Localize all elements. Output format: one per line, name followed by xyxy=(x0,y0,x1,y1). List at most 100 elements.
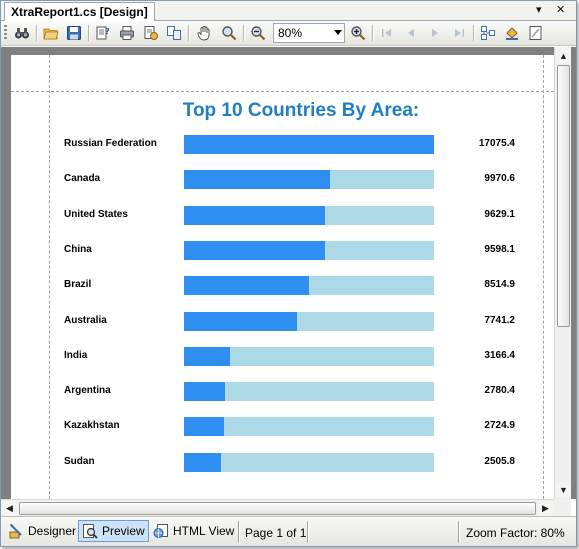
area-value: 9598.1 xyxy=(484,244,515,255)
report-page: Top 10 Countries By Area: Russian Federa… xyxy=(11,55,554,499)
area-bar-fill xyxy=(184,382,225,401)
tab-designer[interactable]: Designer xyxy=(5,520,79,542)
area-bar-fill xyxy=(184,312,297,331)
country-name: Australia xyxy=(64,315,107,326)
tab-preview[interactable]: Preview xyxy=(78,520,149,542)
area-bar-track xyxy=(184,417,434,436)
country-row: Canada 9970.6 xyxy=(11,170,554,190)
designer-icon xyxy=(9,524,22,539)
area-bar-fill xyxy=(184,206,325,225)
area-bar-track xyxy=(184,241,434,260)
preview-icon xyxy=(83,524,98,539)
top-margin-line xyxy=(11,91,554,92)
page-setup-icon[interactable]: ? xyxy=(93,24,113,42)
area-bar-track xyxy=(184,453,434,472)
area-bar-track xyxy=(184,135,434,154)
country-name: Kazakhstan xyxy=(64,420,120,431)
view-switch-bar: Designer Preview HTML View Page 1 of 1 Z… xyxy=(1,516,576,546)
svg-text:?: ? xyxy=(105,27,110,36)
area-value: 8514.9 xyxy=(484,279,515,290)
country-name: Argentina xyxy=(64,385,111,396)
scroll-right-icon[interactable]: ▶ xyxy=(538,501,553,516)
preview-toolbar: ? 80% xyxy=(1,21,576,46)
area-value: 7741.2 xyxy=(484,315,515,326)
tab-html-view[interactable]: HTML View xyxy=(150,520,237,542)
vertical-scrollbar[interactable]: ▲ ▼ xyxy=(554,47,571,499)
area-value: 3166.4 xyxy=(484,350,515,361)
country-row: Kazakhstan 2724.9 xyxy=(11,417,554,437)
area-bar-fill xyxy=(184,241,325,260)
open-icon[interactable] xyxy=(41,24,61,42)
report-designer-window: XtraReport1.cs [Design] ▾ ✕ ? 80% Top 10… xyxy=(0,0,577,547)
zoom-combo-value: 80% xyxy=(278,26,303,40)
last-page-icon[interactable] xyxy=(449,24,469,42)
zoom-out-icon[interactable] xyxy=(248,24,268,42)
scroll-down-icon[interactable]: ▼ xyxy=(556,482,571,497)
country-row: Russian Federation 17075.4 xyxy=(11,135,554,155)
zoom-combo[interactable]: 80% xyxy=(273,23,345,43)
country-name: Canada xyxy=(64,173,101,184)
previous-page-icon[interactable] xyxy=(401,24,421,42)
area-value: 2780.4 xyxy=(484,385,515,396)
area-bar-track xyxy=(184,312,434,331)
background-color-icon[interactable] xyxy=(502,24,522,42)
area-bar-fill xyxy=(184,347,230,366)
next-page-icon[interactable] xyxy=(425,24,445,42)
country-name: Russian Federation xyxy=(64,138,157,149)
area-bar-track xyxy=(184,276,434,295)
watermark-icon[interactable] xyxy=(526,24,546,42)
hand-tool-icon[interactable] xyxy=(194,24,214,42)
save-icon[interactable] xyxy=(64,24,84,42)
document-tab[interactable]: XtraReport1.cs [Design] xyxy=(4,2,155,21)
zoom-factor-status: Zoom Factor: 80% xyxy=(466,526,565,540)
close-tab-icon[interactable]: ✕ xyxy=(556,3,565,17)
country-row: India 3166.4 xyxy=(11,347,554,367)
document-map-icon[interactable] xyxy=(478,24,498,42)
area-value: 17075.4 xyxy=(478,138,515,149)
scroll-corner xyxy=(554,499,571,516)
country-row: Australia 7741.2 xyxy=(11,312,554,332)
country-row: United States 9629.1 xyxy=(11,206,554,226)
area-bar-track xyxy=(184,347,434,366)
html-view-icon xyxy=(153,524,168,538)
document-tab-strip: XtraReport1.cs [Design] ▾ ✕ xyxy=(1,1,576,21)
country-row: Argentina 2780.4 xyxy=(11,382,554,402)
chevron-down-icon[interactable] xyxy=(334,30,342,35)
area-value: 2724.9 xyxy=(484,420,515,431)
binoculars-icon[interactable] xyxy=(12,24,32,42)
area-bar-fill xyxy=(184,276,309,295)
area-bar-fill xyxy=(184,135,434,154)
print-icon[interactable] xyxy=(117,24,137,42)
tab-html-view-label: HTML View xyxy=(173,524,235,538)
area-value: 9629.1 xyxy=(484,209,515,220)
country-name: China xyxy=(64,244,92,255)
area-bar-track xyxy=(184,206,434,225)
horizontal-scroll-thumb[interactable] xyxy=(19,502,536,515)
country-name: United States xyxy=(64,209,128,220)
area-bar-track xyxy=(184,170,434,189)
scroll-up-icon[interactable]: ▲ xyxy=(556,48,571,63)
country-row: China 9598.1 xyxy=(11,241,554,261)
toolbar-grip[interactable] xyxy=(4,25,7,41)
first-page-icon[interactable] xyxy=(377,24,397,42)
area-bar-fill xyxy=(184,417,224,436)
zoom-in-icon[interactable] xyxy=(348,24,368,42)
area-bar-fill xyxy=(184,170,330,189)
tab-list-dropdown-icon[interactable]: ▾ xyxy=(536,3,542,17)
multi-page-icon[interactable] xyxy=(164,24,184,42)
country-name: Sudan xyxy=(64,456,95,467)
tab-preview-label: Preview xyxy=(102,524,145,538)
report-document-area[interactable]: Top 10 Countries By Area: Russian Federa… xyxy=(1,47,576,499)
print-dialog-icon[interactable] xyxy=(141,24,161,42)
scroll-left-icon[interactable]: ◀ xyxy=(2,501,17,516)
country-row: Brazil 8514.9 xyxy=(11,276,554,296)
horizontal-scrollbar[interactable]: ◀ ▶ xyxy=(1,499,554,516)
country-name: India xyxy=(64,350,88,361)
vertical-scroll-thumb[interactable] xyxy=(557,65,570,327)
tab-designer-label: Designer xyxy=(28,524,77,538)
magnifier-icon[interactable] xyxy=(219,24,239,42)
country-row: Sudan 2505.8 xyxy=(11,453,554,473)
report-title: Top 10 Countries By Area: xyxy=(182,100,420,121)
area-bar-fill xyxy=(184,453,221,472)
country-name: Brazil xyxy=(64,279,92,290)
